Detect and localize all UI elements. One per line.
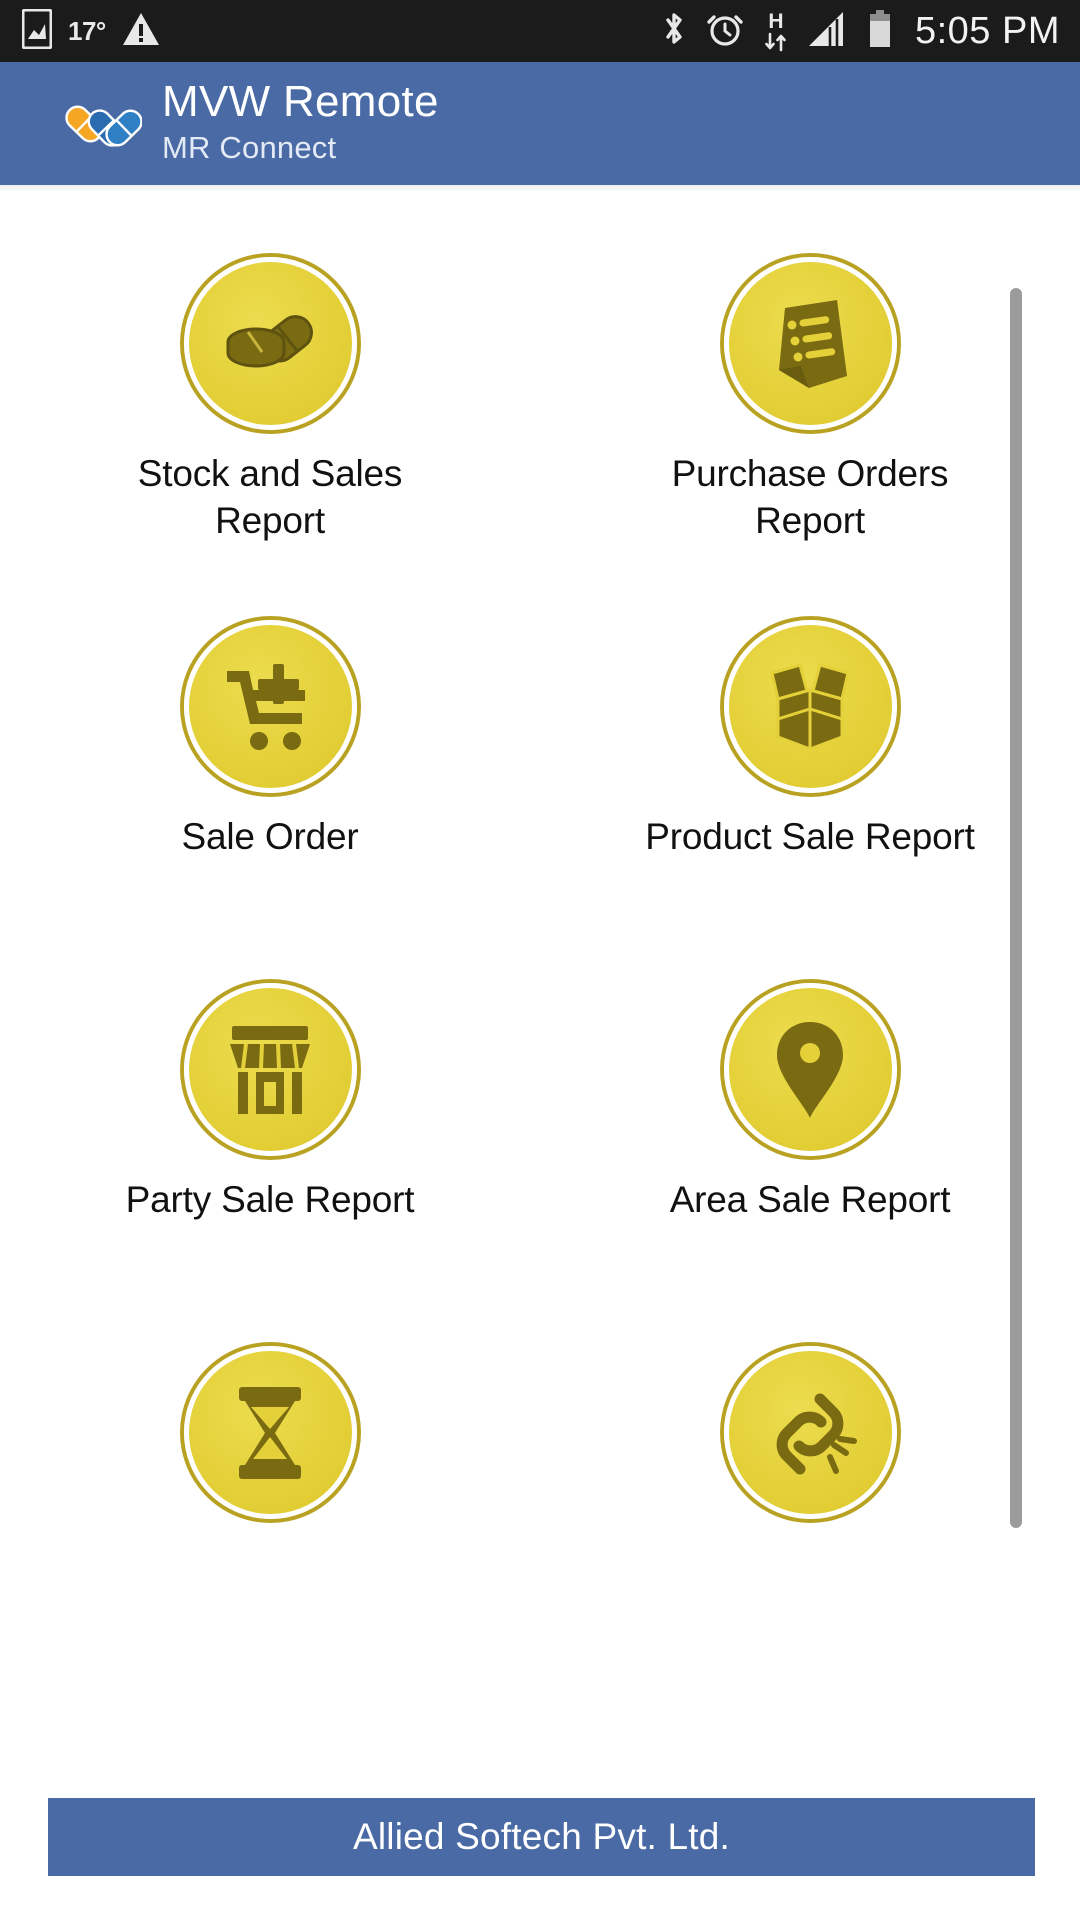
page-title: MVW Remote <box>162 77 439 127</box>
status-bar-left-group: 17° <box>0 8 160 54</box>
hspa-data-icon: H <box>763 11 789 52</box>
status-bar-clock: 5:05 PM <box>914 9 1060 52</box>
menu-item-party-sale-report[interactable]: Party Sale Report <box>0 911 540 1274</box>
app-header-text: MVW Remote MR Connect <box>162 79 439 168</box>
menu-item-hourglass[interactable] <box>0 1274 540 1637</box>
pill-capsule-icon <box>183 257 357 430</box>
warning-triangle-icon <box>122 11 160 52</box>
menu-item-label: Area Sale Report <box>669 1179 951 1220</box>
bluetooth-icon <box>661 9 687 54</box>
status-bar: 17° H 5:05 PM <box>0 0 1080 62</box>
shopping-cart-plus-icon <box>183 620 357 793</box>
broken-link-chain-icon <box>723 1346 897 1519</box>
invoice-document-icon <box>723 257 897 430</box>
status-bar-temperature: 17° <box>68 15 106 46</box>
menu-item-product-sale-report[interactable]: Product Sale Report <box>540 548 1080 911</box>
signal-bars-icon <box>807 10 849 53</box>
footer-company-label: Allied Softech Pvt. Ltd. <box>352 1816 731 1857</box>
menu-item-label: Stock and Sales Report <box>137 453 403 542</box>
menu-item-purchase-orders-report[interactable]: Purchase Orders Report <box>540 185 1080 548</box>
menu-item-stock-and-sales-report[interactable]: Stock and Sales Report <box>0 185 540 548</box>
menu-item-label: Purchase Orders Report <box>671 453 949 542</box>
battery-icon <box>867 9 893 54</box>
menu-item-label: Party Sale Report <box>125 1179 415 1220</box>
screenshot-image-icon <box>21 8 53 54</box>
map-pin-location-icon <box>723 983 897 1156</box>
open-box-icon <box>723 620 897 793</box>
alarm-clock-icon <box>705 9 745 54</box>
hourglass-icon <box>183 1346 357 1519</box>
main-content: Stock and Sales Report Purchase Orders R… <box>0 185 1080 1920</box>
storefront-shop-icon <box>183 983 357 1156</box>
scrollbar-thumb[interactable] <box>1010 288 1022 1528</box>
menu-item-area-sale-report[interactable]: Area Sale Report <box>540 911 1080 1274</box>
pill-capsules-logo <box>56 88 143 160</box>
menu-grid: Stock and Sales Report Purchase Orders R… <box>0 185 1080 1637</box>
footer-bar[interactable]: Allied Softech Pvt. Ltd. <box>48 1798 1035 1876</box>
menu-item-label: Sale Order <box>181 816 359 857</box>
status-bar-right-group: H 5:05 PM <box>661 0 1060 62</box>
menu-item-sale-order[interactable]: Sale Order <box>0 548 540 911</box>
menu-item-broken-link[interactable] <box>540 1274 1080 1637</box>
menu-item-label: Product Sale Report <box>645 816 975 857</box>
page-subtitle: MR Connect <box>162 130 337 165</box>
app-header: MVW Remote MR Connect <box>0 62 1080 185</box>
